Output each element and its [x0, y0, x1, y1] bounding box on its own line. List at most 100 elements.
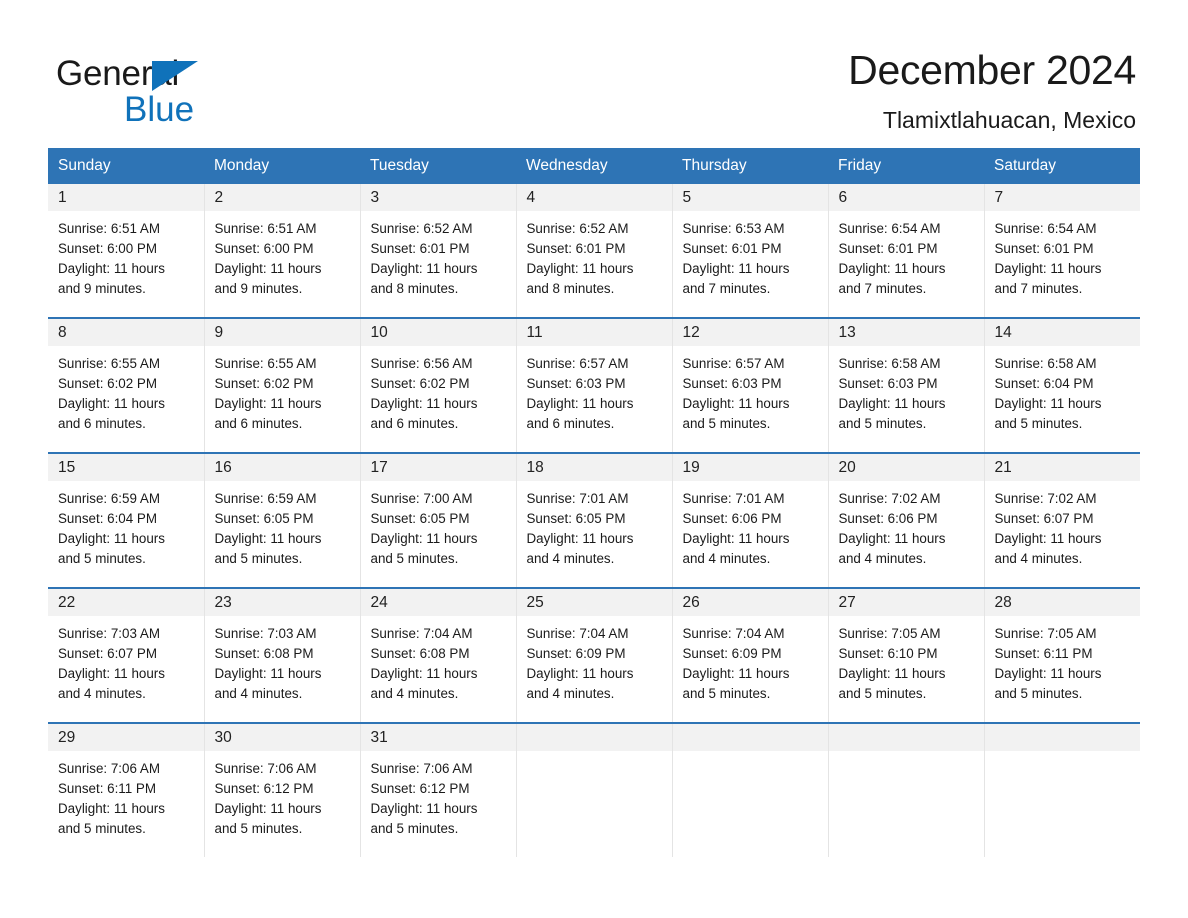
calendar-day-cell[interactable]: 2 Sunrise: 6:51 AM Sunset: 6:00 PM Dayli…	[203, 183, 361, 318]
calendar-day-cell[interactable]: 24 Sunrise: 7:04 AM Sunset: 6:08 PM Dayl…	[359, 586, 517, 723]
calendar-day-cell[interactable]: 16 Sunrise: 6:59 AM Sunset: 6:05 PM Dayl…	[203, 451, 361, 588]
sunset-text: Sunset: 6:07 PM	[994, 510, 1094, 526]
daylight-text-line1: Daylight: 11 hours	[994, 396, 1102, 412]
calendar-day-cell[interactable]: 17 Sunrise: 7:00 AM Sunset: 6:05 PM Dayl…	[359, 451, 517, 588]
sunrise-text: Sunrise: 6:53 AM	[682, 220, 785, 236]
calendar-day-cell[interactable]: 22 Sunrise: 7:03 AM Sunset: 6:07 PM Dayl…	[48, 586, 205, 723]
sunrise-text: Sunrise: 6:58 AM	[838, 355, 941, 371]
calendar-day-cell[interactable]: 26 Sunrise: 7:04 AM Sunset: 6:09 PM Dayl…	[671, 586, 829, 723]
sunset-text: Sunset: 6:06 PM	[682, 510, 782, 526]
daylight-text-line2: and 5 minutes.	[682, 686, 771, 702]
day-number: 16	[204, 453, 360, 481]
daylight-text-line1: Daylight: 11 hours	[838, 531, 946, 547]
day-number: 22	[48, 588, 204, 616]
calendar-day-cell[interactable]: 27 Sunrise: 7:05 AM Sunset: 6:10 PM Dayl…	[827, 586, 985, 723]
sunset-text: Sunset: 6:04 PM	[58, 510, 157, 526]
sunrise-text: Sunrise: 6:54 AM	[994, 220, 1097, 236]
calendar-day-cell[interactable]: 11 Sunrise: 6:57 AM Sunset: 6:03 PM Dayl…	[515, 316, 673, 453]
calendar-day-cell[interactable]: 7 Sunrise: 6:54 AM Sunset: 6:01 PM Dayli…	[983, 183, 1140, 318]
daylight-text-line1: Daylight: 11 hours	[214, 531, 322, 547]
day-details: Sunrise: 7:06 AM Sunset: 6:12 PM Dayligh…	[205, 751, 360, 840]
day-details: Sunrise: 6:55 AM Sunset: 6:02 PM Dayligh…	[48, 346, 204, 435]
daylight-text-line1: Daylight: 11 hours	[370, 666, 478, 682]
daylight-text-line2: and 5 minutes.	[370, 551, 459, 567]
calendar-week-row: 15 Sunrise: 6:59 AM Sunset: 6:04 PM Dayl…	[48, 451, 1140, 588]
daylight-text-line1: Daylight: 11 hours	[682, 666, 790, 682]
logo-text-blue: Blue	[124, 90, 195, 129]
calendar-day-cell-empty	[827, 721, 985, 857]
sunset-text: Sunset: 6:00 PM	[214, 240, 314, 256]
calendar-day-cell[interactable]: 18 Sunrise: 7:01 AM Sunset: 6:05 PM Dayl…	[515, 451, 673, 588]
calendar-day-cell[interactable]: 8 Sunrise: 6:55 AM Sunset: 6:02 PM Dayli…	[48, 316, 205, 453]
sunset-text: Sunset: 6:01 PM	[370, 240, 470, 256]
day-number: 28	[984, 588, 1140, 616]
calendar-day-cell[interactable]: 10 Sunrise: 6:56 AM Sunset: 6:02 PM Dayl…	[359, 316, 517, 453]
sunrise-text: Sunrise: 6:54 AM	[838, 220, 941, 236]
sunset-text: Sunset: 6:02 PM	[58, 375, 157, 391]
calendar-table: Sunday Monday Tuesday Wednesday Thursday…	[48, 147, 1140, 857]
daylight-text-line1: Daylight: 11 hours	[526, 261, 634, 277]
day-number: 12	[672, 318, 828, 346]
day-details: Sunrise: 6:52 AM Sunset: 6:01 PM Dayligh…	[361, 211, 516, 300]
calendar-day-cell[interactable]: 25 Sunrise: 7:04 AM Sunset: 6:09 PM Dayl…	[515, 586, 673, 723]
calendar-week-row: 29 Sunrise: 7:06 AM Sunset: 6:11 PM Dayl…	[48, 721, 1140, 857]
daylight-text-line2: and 5 minutes.	[214, 551, 303, 567]
day-number: 20	[828, 453, 984, 481]
calendar-day-cell[interactable]: 1 Sunrise: 6:51 AM Sunset: 6:00 PM Dayli…	[48, 183, 205, 318]
daylight-text-line2: and 7 minutes.	[838, 281, 927, 297]
calendar-day-cell[interactable]: 14 Sunrise: 6:58 AM Sunset: 6:04 PM Dayl…	[983, 316, 1140, 453]
day-details: Sunrise: 7:05 AM Sunset: 6:10 PM Dayligh…	[829, 616, 984, 705]
day-details: Sunrise: 6:51 AM Sunset: 6:00 PM Dayligh…	[48, 211, 204, 300]
sunset-text: Sunset: 6:01 PM	[838, 240, 938, 256]
calendar-day-cell[interactable]: 30 Sunrise: 7:06 AM Sunset: 6:12 PM Dayl…	[203, 721, 361, 857]
sunrise-text: Sunrise: 6:52 AM	[370, 220, 473, 236]
day-number: 23	[204, 588, 360, 616]
calendar-day-cell[interactable]: 15 Sunrise: 6:59 AM Sunset: 6:04 PM Dayl…	[48, 451, 205, 588]
daylight-text-line1: Daylight: 11 hours	[994, 666, 1102, 682]
calendar-day-cell[interactable]: 5 Sunrise: 6:53 AM Sunset: 6:01 PM Dayli…	[671, 183, 829, 318]
sunset-text: Sunset: 6:09 PM	[682, 645, 782, 661]
daylight-text-line2: and 5 minutes.	[214, 821, 303, 837]
daylight-text-line1: Daylight: 11 hours	[838, 396, 946, 412]
calendar-body: 1 Sunrise: 6:51 AM Sunset: 6:00 PM Dayli…	[48, 183, 1140, 857]
daylight-text-line2: and 5 minutes.	[994, 416, 1083, 432]
day-details: Sunrise: 7:03 AM Sunset: 6:07 PM Dayligh…	[48, 616, 204, 705]
day-details: Sunrise: 7:01 AM Sunset: 6:05 PM Dayligh…	[517, 481, 672, 570]
calendar-day-cell[interactable]: 23 Sunrise: 7:03 AM Sunset: 6:08 PM Dayl…	[203, 586, 361, 723]
sunrise-text: Sunrise: 7:02 AM	[838, 490, 941, 506]
sunrise-text: Sunrise: 7:06 AM	[58, 760, 160, 776]
calendar-day-cell[interactable]: 20 Sunrise: 7:02 AM Sunset: 6:06 PM Dayl…	[827, 451, 985, 588]
calendar-day-cell[interactable]: 12 Sunrise: 6:57 AM Sunset: 6:03 PM Dayl…	[671, 316, 829, 453]
calendar-day-cell[interactable]: 19 Sunrise: 7:01 AM Sunset: 6:06 PM Dayl…	[671, 451, 829, 588]
day-number: 25	[516, 588, 672, 616]
calendar-day-cell[interactable]: 3 Sunrise: 6:52 AM Sunset: 6:01 PM Dayli…	[359, 183, 517, 318]
sunset-text: Sunset: 6:08 PM	[370, 645, 470, 661]
sunrise-text: Sunrise: 7:04 AM	[682, 625, 785, 641]
weekday-header-wednesday: Wednesday	[516, 147, 672, 184]
calendar-day-cell[interactable]: 13 Sunrise: 6:58 AM Sunset: 6:03 PM Dayl…	[827, 316, 985, 453]
calendar-day-cell[interactable]: 28 Sunrise: 7:05 AM Sunset: 6:11 PM Dayl…	[983, 586, 1140, 723]
calendar-page: General Blue December 2024 Tlamixtlahuac…	[0, 0, 1188, 918]
day-number: 29	[48, 723, 204, 751]
daylight-text-line1: Daylight: 11 hours	[58, 801, 165, 817]
calendar-day-cell[interactable]: 29 Sunrise: 7:06 AM Sunset: 6:11 PM Dayl…	[48, 721, 205, 857]
sunrise-text: Sunrise: 7:00 AM	[370, 490, 473, 506]
sunrise-text: Sunrise: 7:06 AM	[214, 760, 317, 776]
day-number: 15	[48, 453, 204, 481]
calendar-day-cell[interactable]: 4 Sunrise: 6:52 AM Sunset: 6:01 PM Dayli…	[515, 183, 673, 318]
day-number: 14	[984, 318, 1140, 346]
calendar-week-row: 8 Sunrise: 6:55 AM Sunset: 6:02 PM Dayli…	[48, 316, 1140, 453]
day-number	[828, 723, 984, 751]
day-details: Sunrise: 6:59 AM Sunset: 6:04 PM Dayligh…	[48, 481, 204, 570]
day-number: 17	[360, 453, 516, 481]
calendar-week-row: 1 Sunrise: 6:51 AM Sunset: 6:00 PM Dayli…	[48, 183, 1140, 318]
sunrise-text: Sunrise: 6:56 AM	[370, 355, 473, 371]
weekday-header-thursday: Thursday	[672, 147, 828, 184]
calendar-day-cell[interactable]: 21 Sunrise: 7:02 AM Sunset: 6:07 PM Dayl…	[983, 451, 1140, 588]
calendar-day-cell[interactable]: 31 Sunrise: 7:06 AM Sunset: 6:12 PM Dayl…	[359, 721, 517, 857]
daylight-text-line1: Daylight: 11 hours	[994, 261, 1102, 277]
calendar-day-cell[interactable]: 9 Sunrise: 6:55 AM Sunset: 6:02 PM Dayli…	[203, 316, 361, 453]
title-block: December 2024 Tlamixtlahuacan, Mexico	[848, 47, 1136, 135]
calendar-day-cell[interactable]: 6 Sunrise: 6:54 AM Sunset: 6:01 PM Dayli…	[827, 183, 985, 318]
page-subtitle: Tlamixtlahuacan, Mexico	[882, 107, 1136, 134]
